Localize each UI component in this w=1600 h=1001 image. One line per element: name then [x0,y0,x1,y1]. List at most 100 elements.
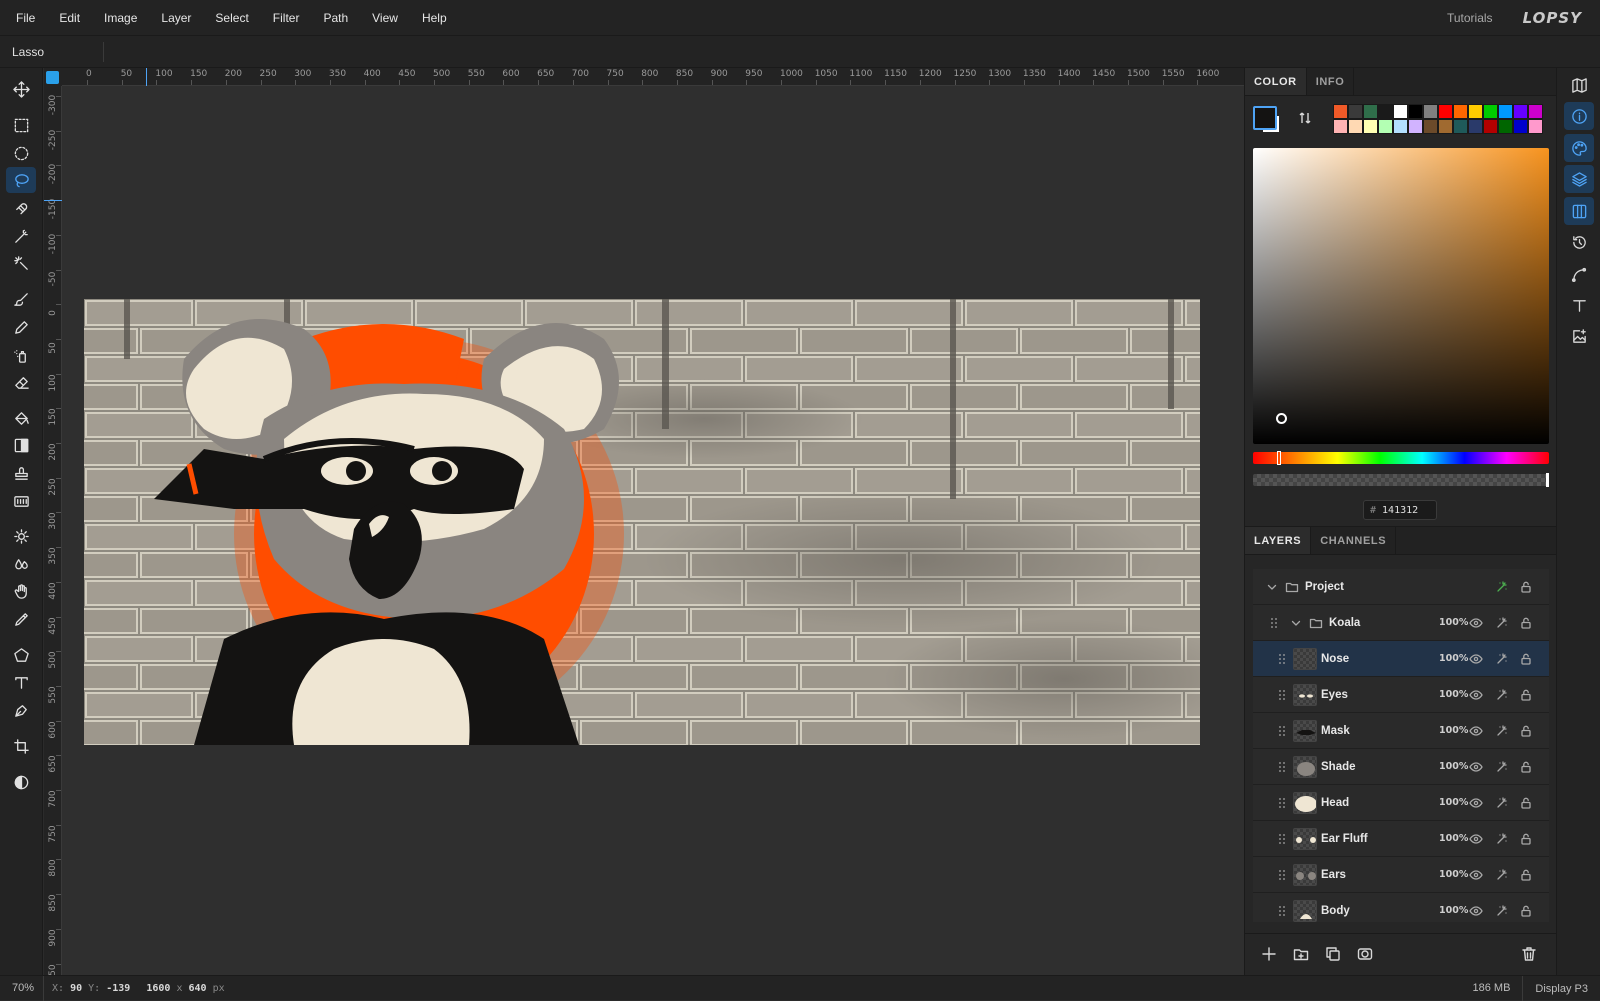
layer-opacity[interactable]: 100% [1439,797,1468,808]
palette-swatch[interactable] [1378,104,1393,119]
chevron-down-icon[interactable] [1265,580,1279,594]
palette-swatch[interactable] [1483,119,1498,134]
eyedropper-tool[interactable] [6,606,36,632]
pattern-tool[interactable] [6,488,36,514]
menu-file[interactable]: File [0,0,47,36]
lock-icon[interactable] [1519,796,1533,810]
layer-opacity[interactable]: 100% [1439,761,1468,772]
effects-icon[interactable] [1495,724,1509,738]
crop-tool[interactable] [6,733,36,759]
effects-icon[interactable] [1495,904,1509,918]
palette-swatch[interactable] [1438,119,1453,134]
menu-filter[interactable]: Filter [261,0,312,36]
layer-row[interactable]: Ears 100% [1253,857,1549,893]
palette-swatch[interactable] [1453,119,1468,134]
eye-icon[interactable] [1469,760,1483,774]
palette-swatch[interactable] [1513,104,1528,119]
effects-icon[interactable] [1495,616,1509,630]
layer-row[interactable]: Project [1253,569,1549,605]
chevron-down-icon[interactable] [1289,616,1303,630]
tab-color[interactable]: COLOR [1245,68,1307,95]
layer-row[interactable]: Nose 100% [1253,641,1549,677]
lock-icon[interactable] [1519,616,1533,630]
layer-row[interactable]: Koala100% [1253,605,1549,641]
eye-icon[interactable] [1469,904,1483,918]
palette-swatch[interactable] [1363,104,1378,119]
layer-row[interactable]: Shade100% [1253,749,1549,785]
text-tool[interactable] [6,669,36,695]
menu-help[interactable]: Help [410,0,459,36]
palette-swatch[interactable] [1333,104,1348,119]
tutorials-link[interactable]: Tutorials [1447,11,1493,25]
layer-opacity[interactable]: 100% [1439,869,1468,880]
effects-icon[interactable] [1495,688,1509,702]
palette-swatch[interactable] [1528,119,1543,134]
layer-name[interactable]: Ears [1321,869,1346,881]
drag-handle-icon[interactable] [1275,904,1289,918]
lock-icon[interactable] [1519,688,1533,702]
alpha-slider[interactable] [1253,474,1549,486]
menu-select[interactable]: Select [203,0,260,36]
palette-swatch[interactable] [1468,119,1483,134]
layer-row[interactable]: Head 100% [1253,785,1549,821]
alpha-handle[interactable] [1546,473,1549,487]
layer-name[interactable]: Nose [1321,653,1349,665]
palette-swatch[interactable] [1348,104,1363,119]
canvas-workspace[interactable] [62,86,1244,975]
eraser-tool[interactable] [6,369,36,395]
hue-slider[interactable] [1253,452,1549,464]
layer-opacity[interactable]: 100% [1439,833,1468,844]
hex-value[interactable]: 141312 [1382,505,1418,516]
palette-swatch[interactable] [1438,104,1453,119]
palette-swatch[interactable] [1423,104,1438,119]
duplicate-layer-button[interactable] [1325,946,1343,964]
drag-handle-icon[interactable] [1275,796,1289,810]
dodge-tool[interactable] [6,523,36,549]
drag-handle-icon[interactable] [1275,688,1289,702]
drag-handle-icon[interactable] [1275,832,1289,846]
layer-row[interactable]: Mask100% [1253,713,1549,749]
contrast-tool[interactable] [6,769,36,795]
effects-icon[interactable] [1495,760,1509,774]
eye-icon[interactable] [1469,796,1483,810]
add-layer-button[interactable] [1261,946,1279,964]
pen-tool[interactable] [6,697,36,723]
mask-layer-button[interactable] [1357,946,1375,964]
magnetic-lasso-tool[interactable] [6,195,36,221]
lock-icon[interactable] [1519,904,1533,918]
picker-handle[interactable] [1276,413,1287,424]
lock-icon[interactable] [1519,652,1533,666]
color-panel-button[interactable] [1564,134,1594,162]
tab-layers[interactable]: LAYERS [1245,527,1311,554]
layer-name[interactable]: Mask [1321,725,1350,737]
menu-edit[interactable]: Edit [47,0,92,36]
palette-swatch[interactable] [1423,119,1438,134]
drag-handle-icon[interactable] [1275,760,1289,774]
brush-tool[interactable] [6,286,36,312]
eye-icon[interactable] [1469,868,1483,882]
gradient-tool[interactable] [6,432,36,458]
lock-icon[interactable] [1519,580,1533,594]
palette-swatch[interactable] [1483,104,1498,119]
layer-opacity[interactable]: 100% [1439,653,1468,664]
tab-info[interactable]: INFO [1307,68,1355,95]
blur-tool[interactable] [6,551,36,577]
layer-name[interactable]: Head [1321,797,1349,809]
palette-swatch[interactable] [1348,119,1363,134]
palette-swatch[interactable] [1333,119,1348,134]
add-group-button[interactable] [1293,946,1311,964]
image-panel-button[interactable] [1564,322,1594,350]
channels-panel-button[interactable] [1564,197,1594,225]
palette-swatch[interactable] [1393,119,1408,134]
character-panel-button[interactable] [1564,291,1594,319]
palette-swatch[interactable] [1513,119,1528,134]
ruler-corner[interactable] [44,68,62,86]
eye-icon[interactable] [1469,724,1483,738]
hex-input[interactable]: # 141312 [1363,500,1437,520]
palette-swatch[interactable] [1468,104,1483,119]
effects-icon[interactable] [1495,580,1509,594]
delete-layer-button[interactable] [1521,946,1539,964]
palette-swatch[interactable] [1378,119,1393,134]
layer-row[interactable]: Eyes100% [1253,677,1549,713]
lock-icon[interactable] [1519,760,1533,774]
